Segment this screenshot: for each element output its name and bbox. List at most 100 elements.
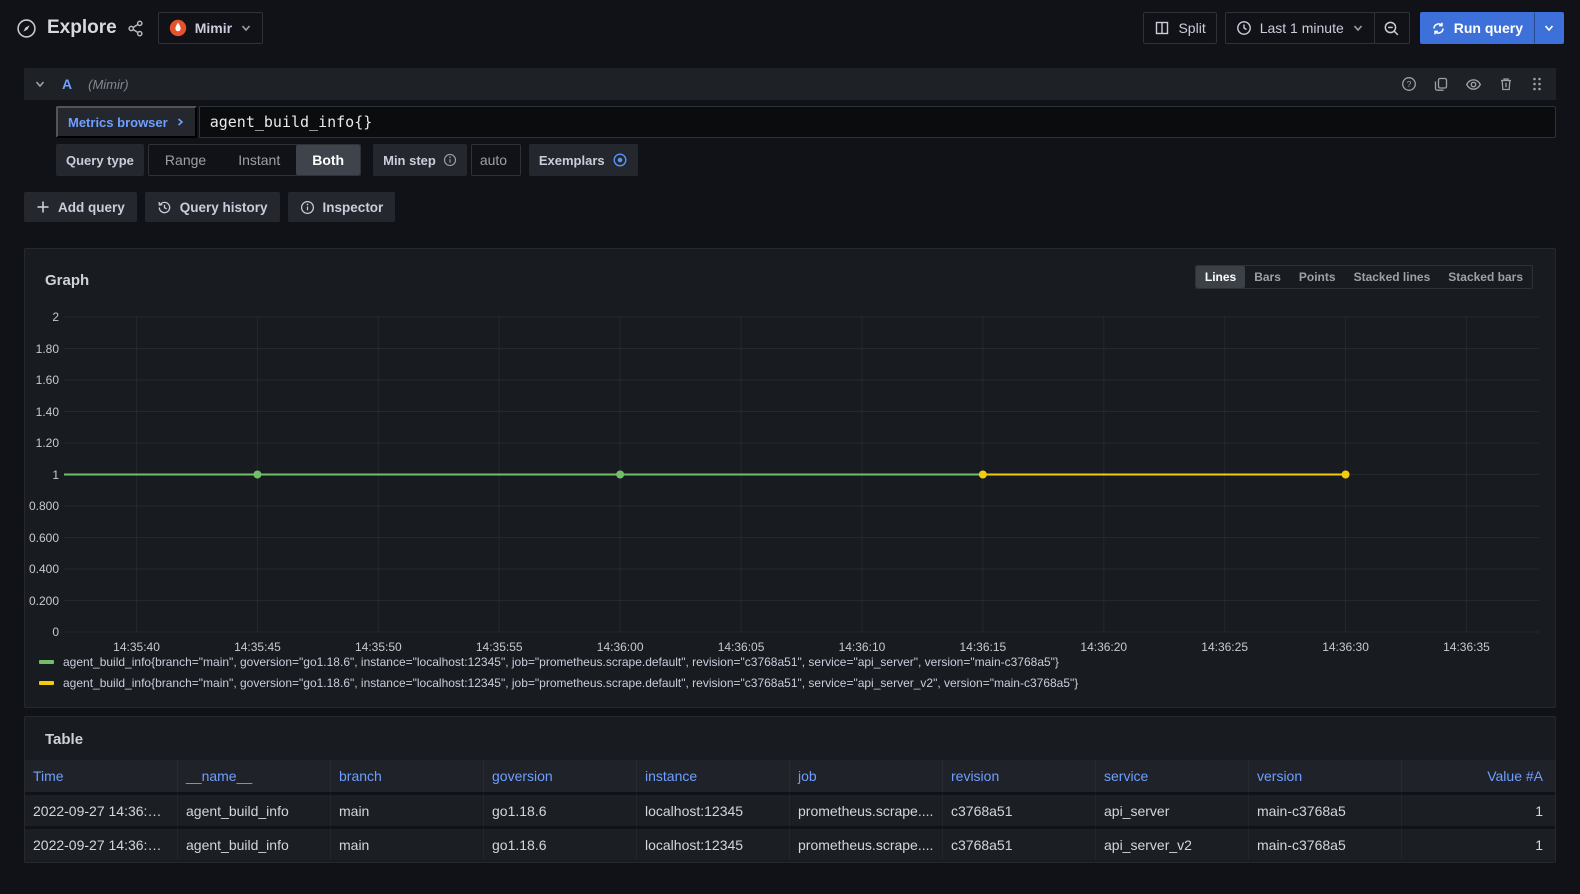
split-label: Split: [1178, 20, 1205, 36]
exemplars-label: Exemplars: [539, 153, 605, 168]
run-query-label: Run query: [1454, 20, 1523, 36]
y-tick-label: 0: [25, 625, 59, 639]
exemplars-toggle[interactable]: Exemplars: [529, 144, 638, 176]
legend-item[interactable]: agent_build_info{branch="main", goversio…: [39, 651, 1555, 672]
time-range-picker[interactable]: Last 1 minute: [1225, 12, 1375, 44]
min-step-input[interactable]: [471, 144, 521, 176]
query-editor: A (Mimir) ?: [24, 68, 1556, 222]
column-header-version[interactable]: version: [1249, 760, 1402, 792]
drag-handle-icon[interactable]: [1530, 76, 1544, 92]
add-query-button[interactable]: Add query: [24, 192, 137, 222]
column-header--name-[interactable]: __name__: [178, 760, 331, 792]
mode-button-bars[interactable]: Bars: [1245, 266, 1290, 288]
mode-button-points[interactable]: Points: [1290, 266, 1345, 288]
run-query-button[interactable]: Run query: [1420, 12, 1534, 44]
query-history-button[interactable]: Query history: [145, 192, 280, 222]
y-tick-label: 1.20: [25, 436, 59, 450]
table-cell: localhost:12345: [637, 792, 790, 826]
copy-icon[interactable]: [1433, 76, 1449, 92]
column-header-instance[interactable]: instance: [637, 760, 790, 792]
y-tick-label: 0.400: [25, 562, 59, 576]
add-query-label: Add query: [58, 200, 125, 215]
column-header-goversion[interactable]: goversion: [484, 760, 637, 792]
page-title: Explore: [47, 17, 117, 39]
metrics-browser-label: Metrics browser: [68, 115, 168, 130]
query-datasource-hint: (Mimir): [88, 77, 128, 92]
query-ref-id[interactable]: A: [62, 76, 72, 92]
column-header-service[interactable]: service: [1096, 760, 1249, 792]
history-icon: [157, 200, 172, 215]
mimir-datasource-icon: [169, 19, 187, 37]
chart-canvas: [25, 297, 1553, 634]
legend-item[interactable]: agent_build_info{branch="main", goversio…: [39, 672, 1555, 693]
metrics-browser-button[interactable]: Metrics browser: [56, 106, 197, 138]
x-tick-label: 14:35:50: [345, 640, 411, 654]
table-row: 2022-09-27 14:36:37...agent_build_infoma…: [25, 826, 1555, 860]
x-tick-label: 14:36:35: [1433, 640, 1499, 654]
table-cell: 1: [1402, 826, 1555, 860]
query-type-option-instant[interactable]: Instant: [222, 145, 296, 175]
toolbar: Explore Mimir: [0, 0, 1580, 56]
mode-button-lines[interactable]: Lines: [1196, 266, 1245, 288]
table-cell: go1.18.6: [484, 826, 637, 860]
query-input[interactable]: agent_build_info{}: [199, 106, 1556, 138]
x-tick-label: 14:35:55: [466, 640, 532, 654]
split-button[interactable]: Split: [1143, 12, 1216, 44]
inspector-button[interactable]: Inspector: [288, 192, 396, 222]
trash-icon[interactable]: [1498, 76, 1514, 92]
clock-icon: [1236, 20, 1252, 36]
table-cell: main-c3768a5: [1249, 826, 1402, 860]
table-cell: agent_build_info: [178, 792, 331, 826]
split-columns-icon: [1154, 20, 1170, 36]
table-cell: api_server_v2: [1096, 826, 1249, 860]
query-type-option-both[interactable]: Both: [296, 145, 360, 175]
x-tick-label: 14:36:15: [950, 640, 1016, 654]
zoom-out-icon: [1383, 20, 1400, 37]
table-body: 2022-09-27 14:36:37...agent_build_infoma…: [25, 792, 1555, 860]
datasource-picker[interactable]: Mimir: [158, 12, 263, 44]
y-tick-label: 0.800: [25, 499, 59, 513]
table-cell: prometheus.scrape....: [790, 792, 943, 826]
column-header-revision[interactable]: revision: [943, 760, 1096, 792]
table-row: 2022-09-27 14:36:37...agent_build_info ma…: [25, 792, 1555, 826]
table-cell: main-c3768a5: [1249, 792, 1402, 826]
y-tick-label: 0.600: [25, 531, 59, 545]
plus-icon: [36, 200, 50, 214]
x-tick-label: 14:36:05: [708, 640, 774, 654]
x-tick-label: 14:35:45: [224, 640, 290, 654]
column-header-job[interactable]: job: [790, 760, 943, 792]
column-header-branch[interactable]: branch: [331, 760, 484, 792]
table-cell: 2022-09-27 14:36:37...: [25, 792, 178, 826]
zoom-out-button[interactable]: [1374, 12, 1410, 44]
x-tick-label: 14:36:00: [587, 640, 653, 654]
query-type-label: Query type: [56, 144, 144, 176]
chart-legend: agent_build_info{branch="main", goversio…: [25, 649, 1555, 701]
chevron-down-icon: [1352, 22, 1364, 34]
legend-label: agent_build_info{branch="main", goversio…: [63, 676, 1078, 690]
query-type-option-range[interactable]: Range: [149, 145, 222, 175]
collapse-chevron-down-icon[interactable]: [34, 78, 46, 90]
table-cell: api_server: [1096, 792, 1249, 826]
query-history-label: Query history: [180, 200, 268, 215]
query-row-header: A (Mimir) ?: [24, 68, 1556, 100]
bullseye-icon: [612, 152, 628, 168]
share-icon[interactable]: [127, 20, 144, 37]
y-tick-label: 0.200: [25, 594, 59, 608]
table-cell: 2022-09-27 14:36:37...: [25, 826, 178, 860]
help-circle-icon[interactable]: ?: [1401, 76, 1417, 92]
chevron-right-icon: [175, 117, 185, 127]
datasource-name: Mimir: [195, 20, 232, 36]
column-header-time[interactable]: Time: [25, 760, 178, 792]
query-type-group: RangeInstantBoth: [148, 144, 361, 176]
legend-label: agent_build_info{branch="main", goversio…: [63, 655, 1059, 669]
table-cell: c3768a51: [943, 826, 1096, 860]
run-query-dropdown-button[interactable]: [1534, 12, 1564, 44]
mode-button-stacked-lines[interactable]: Stacked lines: [1345, 266, 1440, 288]
table-cell: agent_build_info: [178, 826, 331, 860]
compass-icon: [16, 18, 37, 39]
mode-button-stacked-bars[interactable]: Stacked bars: [1439, 266, 1532, 288]
column-header-value-a[interactable]: Value #A: [1402, 760, 1555, 792]
table-cell: main: [331, 826, 484, 860]
table-panel: Table Time__name__branchgoversioninstanc…: [24, 716, 1556, 863]
eye-icon[interactable]: [1465, 76, 1482, 93]
